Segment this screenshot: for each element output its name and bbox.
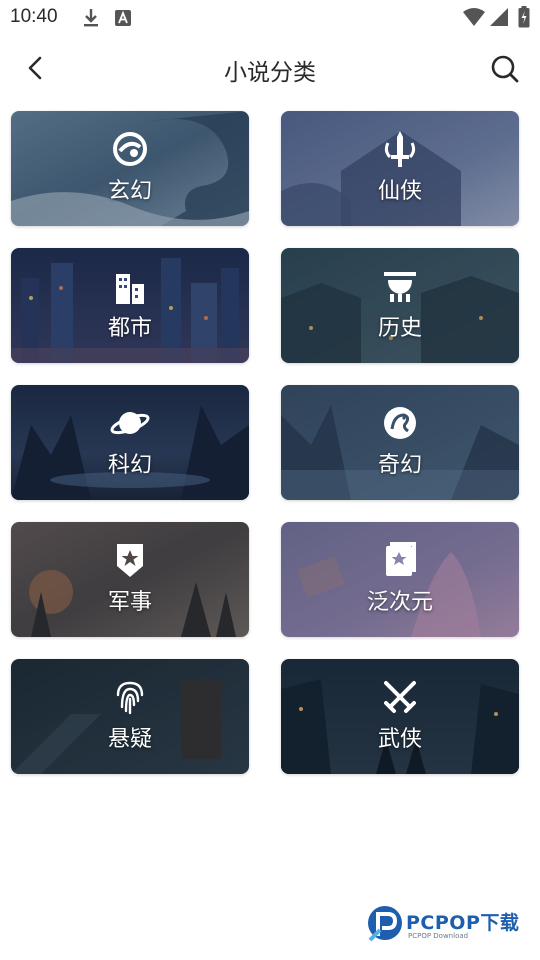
watermark-subtitle: PCPOP Download — [408, 932, 469, 940]
download-icon — [84, 9, 98, 27]
wifi-icon — [463, 8, 485, 26]
category-label: 悬疑 — [107, 727, 152, 752]
fingerprint-icon — [116, 681, 144, 715]
category-card-wuxia[interactable]: 武侠 — [281, 659, 519, 774]
category-card-xuanyi[interactable]: 悬疑 — [11, 659, 249, 774]
sword-icon — [384, 131, 416, 167]
category-card-fanciyuan[interactable]: 泛次元 — [281, 522, 519, 637]
dragon-swirl-icon — [113, 132, 147, 166]
book-star-icon — [386, 542, 416, 576]
category-card-xianxia[interactable]: 仙侠 — [281, 111, 519, 226]
pcpop-logo-icon — [368, 906, 402, 942]
search-button[interactable] — [486, 50, 524, 88]
battery-icon — [518, 6, 530, 28]
category-card-dushi[interactable]: 都市 — [11, 248, 249, 363]
planet-icon — [110, 412, 150, 435]
ancient-vessel-icon — [384, 272, 416, 302]
category-card-kehuan[interactable]: 科幻 — [11, 385, 249, 500]
crossed-swords-icon — [384, 681, 416, 713]
status-bar: 10:40 — [0, 0, 540, 36]
category-label: 玄幻 — [107, 179, 152, 204]
category-label: 都市 — [107, 316, 152, 341]
search-icon — [491, 55, 519, 83]
app-header: 小说分类 — [0, 40, 540, 96]
military-badge-icon — [117, 544, 143, 577]
app-notification-icon — [115, 10, 131, 26]
category-label: 武侠 — [377, 727, 422, 752]
category-label: 历史 — [377, 316, 422, 341]
watermark-brand: PCPOP下载 — [406, 912, 520, 934]
dragon-icon — [384, 407, 416, 439]
page-title: 小说分类 — [224, 60, 316, 86]
category-card-junshi[interactable]: 军事 — [11, 522, 249, 637]
category-card-lishi[interactable]: 历史 — [281, 248, 519, 363]
watermark-logo: PCPOP下载 PCPOP Download — [366, 904, 536, 946]
signal-icon — [490, 8, 508, 26]
category-label: 军事 — [107, 590, 152, 615]
category-card-qihuan[interactable]: 奇幻 — [281, 385, 519, 500]
status-time: 10:40 — [10, 6, 58, 27]
category-label: 奇幻 — [377, 453, 422, 478]
city-buildings-icon — [116, 274, 144, 304]
category-label: 仙侠 — [377, 179, 422, 204]
category-label: 泛次元 — [366, 590, 433, 615]
category-label: 科幻 — [107, 453, 152, 478]
category-card-xuanhuan[interactable]: 玄幻 — [11, 111, 249, 226]
